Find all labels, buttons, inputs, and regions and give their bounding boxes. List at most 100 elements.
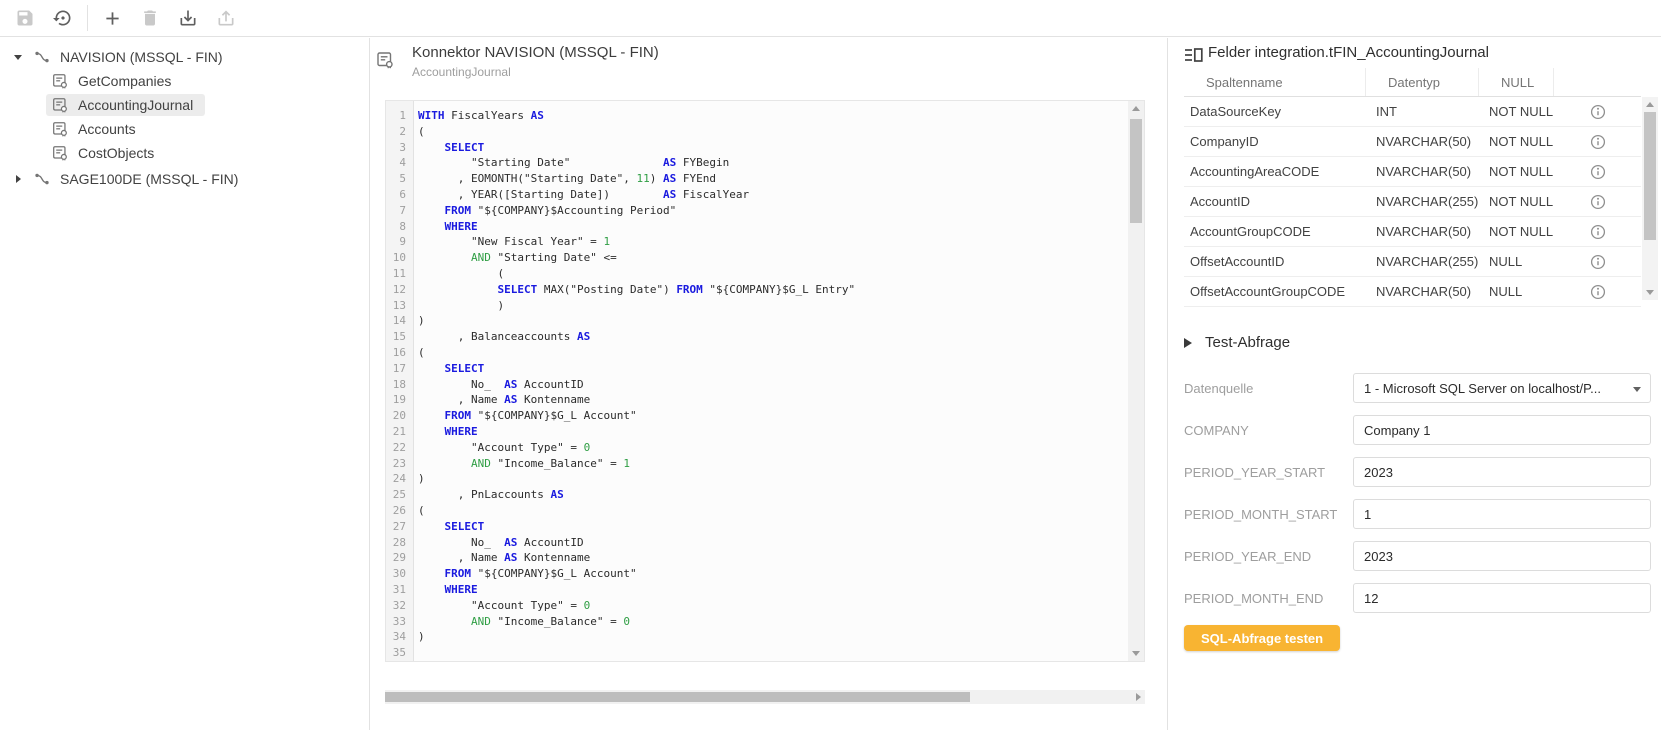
test-sql-query-button[interactable]: SQL-Abfrage testen (1184, 625, 1340, 651)
line-content: WHERE (413, 424, 478, 440)
line-number: 2 (386, 124, 413, 140)
code-line[interactable]: 13 ) (386, 298, 1127, 314)
fields-table-scrollbar[interactable] (1642, 97, 1658, 300)
code-line[interactable]: 5 , EOMONTH("Starting Date", 11) AS FYEn… (386, 171, 1127, 187)
code-line[interactable]: 4 "Starting Date" AS FYBegin (386, 155, 1127, 171)
editor-vertical-scrollbar[interactable] (1128, 101, 1144, 661)
scroll-up-icon[interactable] (1132, 106, 1140, 111)
code-line[interactable]: 32 "Account Type" = 0 (386, 598, 1127, 614)
line-number: 22 (386, 440, 413, 456)
code-line[interactable]: 30 FROM "${COMPANY}$G_L Account" (386, 566, 1127, 582)
save-icon[interactable] (6, 3, 44, 33)
delete-icon[interactable] (131, 3, 169, 33)
scrollbar-thumb[interactable] (385, 692, 970, 702)
download-icon[interactable] (169, 3, 207, 33)
code-line[interactable]: 17 SELECT (386, 361, 1127, 377)
info-icon[interactable] (1590, 134, 1606, 150)
code-line[interactable]: 26 ( (386, 503, 1127, 519)
upload-icon[interactable] (207, 3, 245, 33)
line-content: , YEAR([Starting Date]) AS FiscalYear (413, 187, 749, 203)
sql-editor[interactable]: 1 WITH FiscalYears AS 2 ( 3 SELECT 4 "St… (385, 100, 1145, 662)
code-line[interactable]: 20 FROM "${COMPANY}$G_L Account" (386, 408, 1127, 424)
form-field-input[interactable] (1353, 499, 1651, 529)
form-field-select[interactable]: 1 - Microsoft SQL Server on localhost/P.… (1353, 373, 1651, 403)
line-number: 34 (386, 629, 413, 645)
scroll-down-icon[interactable] (1132, 651, 1140, 656)
code-line[interactable]: 11 ( (386, 266, 1127, 282)
form-field-input[interactable] (1353, 457, 1651, 487)
field-nullability: NOT NULL (1479, 104, 1554, 119)
tree-item-navision-mssql-fin-[interactable]: NAVISION (MSSQL - FIN) (0, 45, 369, 69)
code-line[interactable]: 16 ( (386, 345, 1127, 361)
code-line[interactable]: 27 SELECT (386, 519, 1127, 535)
code-line[interactable]: 24 ) (386, 471, 1127, 487)
caret-right-icon[interactable] (8, 175, 28, 183)
code-line[interactable]: 31 WHERE (386, 582, 1127, 598)
form-field-input[interactable] (1353, 541, 1651, 571)
tree-item-accounts[interactable]: Accounts (0, 117, 369, 141)
line-content: AND "Starting Date" <= (413, 250, 617, 266)
code-line[interactable]: 23 AND "Income_Balance" = 1 (386, 456, 1127, 472)
line-content: AND "Income_Balance" = 1 (413, 456, 630, 472)
scrollbar-thumb[interactable] (1644, 112, 1656, 240)
form-row: PERIOD_MONTH_END (1184, 583, 1651, 613)
editor-horizontal-scrollbar[interactable] (385, 690, 1145, 704)
info-icon[interactable] (1590, 224, 1606, 240)
line-content: No_ AS AccountID (413, 377, 584, 393)
info-icon[interactable] (1590, 254, 1606, 270)
tree-item-accountingjournal[interactable]: AccountingJournal (0, 93, 369, 117)
line-content: ) (413, 629, 425, 645)
scroll-down-icon[interactable] (1646, 290, 1654, 295)
info-icon[interactable] (1590, 164, 1606, 180)
code-line[interactable]: 35 (386, 645, 1127, 661)
code-line[interactable]: 15 , Balanceaccounts AS (386, 329, 1127, 345)
form-field-input[interactable] (1353, 415, 1651, 445)
code-line[interactable]: 2 ( (386, 124, 1127, 140)
code-line[interactable]: 8 WHERE (386, 219, 1127, 235)
scroll-right-icon[interactable] (1136, 693, 1141, 701)
code-line[interactable]: 18 No_ AS AccountID (386, 377, 1127, 393)
line-content: , Name AS Kontenname (413, 392, 590, 408)
code-line[interactable]: 34 ) (386, 629, 1127, 645)
add-icon[interactable] (93, 3, 131, 33)
caret-down-icon[interactable] (8, 55, 28, 60)
code-line[interactable]: 28 No_ AS AccountID (386, 535, 1127, 551)
info-icon[interactable] (1590, 104, 1606, 120)
query-icon (51, 72, 69, 90)
scroll-up-icon[interactable] (1646, 102, 1654, 107)
connector-tree-sidebar: NAVISION (MSSQL - FIN) GetCompanies (0, 38, 370, 730)
table-row: AccountingAreaCODE NVARCHAR(50) NOT NULL (1184, 157, 1641, 187)
code-line[interactable]: 21 WHERE (386, 424, 1127, 440)
field-nullability: NOT NULL (1479, 164, 1554, 179)
code-line[interactable]: 9 "New Fiscal Year" = 1 (386, 234, 1127, 250)
table-row: OffsetAccountGroupCODE NVARCHAR(50) NULL (1184, 277, 1641, 307)
code-line[interactable]: 6 , YEAR([Starting Date]) AS FiscalYear (386, 187, 1127, 203)
field-datatype: NVARCHAR(50) (1366, 134, 1479, 149)
code-line[interactable]: 12 SELECT MAX("Posting Date") FROM "${CO… (386, 282, 1127, 298)
code-line[interactable]: 22 "Account Type" = 0 (386, 440, 1127, 456)
info-icon[interactable] (1590, 194, 1606, 210)
code-line[interactable]: 19 , Name AS Kontenname (386, 392, 1127, 408)
tree-item-costobjects[interactable]: CostObjects (0, 141, 369, 165)
test-query-section-toggle[interactable]: Test-Abfrage (1184, 334, 1290, 351)
tree-item-getcompanies[interactable]: GetCompanies (0, 69, 369, 93)
sql-code[interactable]: 1 WITH FiscalYears AS 2 ( 3 SELECT 4 "St… (386, 108, 1127, 661)
code-line[interactable]: 1 WITH FiscalYears AS (386, 108, 1127, 124)
form-row: PERIOD_YEAR_END (1184, 541, 1651, 571)
code-line[interactable]: 3 SELECT (386, 140, 1127, 156)
form-field-input[interactable] (1353, 583, 1651, 613)
line-number: 7 (386, 203, 413, 219)
info-icon[interactable] (1590, 284, 1606, 300)
code-line[interactable]: 10 AND "Starting Date" <= (386, 250, 1127, 266)
fields-panel-title: Felder integration.tFIN_AccountingJourna… (1208, 44, 1489, 61)
field-name: AccountID (1184, 194, 1366, 209)
code-line[interactable]: 14 ) (386, 313, 1127, 329)
tree-item-sage100de-mssql-fin-[interactable]: SAGE100DE (MSSQL - FIN) (0, 167, 369, 191)
code-line[interactable]: 25 , PnLaccounts AS (386, 487, 1127, 503)
history-icon[interactable] (44, 3, 82, 33)
code-line[interactable]: 7 FROM "${COMPANY}$Accounting Period" (386, 203, 1127, 219)
code-line[interactable]: 29 , Name AS Kontenname (386, 550, 1127, 566)
line-number: 29 (386, 550, 413, 566)
scrollbar-thumb[interactable] (1130, 119, 1142, 223)
code-line[interactable]: 33 AND "Income_Balance" = 0 (386, 614, 1127, 630)
